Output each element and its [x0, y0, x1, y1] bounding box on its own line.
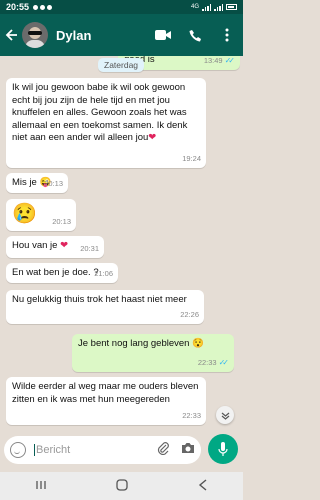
notification-icon [47, 4, 53, 10]
scroll-down-icon[interactable] [216, 406, 234, 424]
back-nav-icon[interactable] [198, 478, 208, 494]
message-text: Nu gelukkig thuis trok het haast niet me… [12, 294, 187, 305]
message-time: 19:24 [182, 153, 201, 163]
message-time: 20:13 [44, 178, 63, 188]
heart-emoji: ❤ [148, 132, 157, 143]
message-bubble-outgoing[interactable]: Je bent nog lang gebleven 😯 22:33 ✓✓ [72, 334, 234, 372]
message-bubble-incoming[interactable]: Hou van je ❤ 20:31 [6, 236, 104, 258]
back-arrow-icon[interactable] [4, 27, 20, 43]
message-text: En wat ben je doe. ? [12, 267, 99, 278]
system-nav-bar [0, 472, 243, 500]
mic-icon[interactable] [208, 434, 238, 464]
attach-icon[interactable] [157, 441, 169, 460]
message-time: 20:13 [52, 216, 71, 226]
message-time: 13:49 [203, 56, 223, 65]
message-composer[interactable]: Bericht [4, 436, 201, 464]
emoji-icon[interactable] [10, 442, 26, 458]
read-ticks-icon: ✓✓ [224, 56, 236, 65]
status-bar: 20:55 4G [0, 0, 243, 14]
notification-icon [33, 4, 39, 10]
video-call-icon[interactable] [155, 27, 171, 43]
message-text: Je bent nog lang gebleven [78, 338, 190, 349]
read-ticks-icon: ✓✓ [218, 357, 230, 367]
signal-icon [202, 3, 211, 11]
crying-emoji: 😢 [12, 203, 37, 225]
battery-icon [226, 4, 237, 10]
notification-icons [33, 4, 53, 10]
message-bubble-incoming[interactable]: Wilde eerder al weg maar me ouders bleve… [6, 377, 206, 425]
message-bubble-incoming[interactable]: Nu gelukkig thuis trok het haast niet me… [6, 290, 204, 324]
message-bubble-incoming[interactable]: Ik wil jou gewoon babe ik wil ook gewoon… [6, 78, 206, 168]
message-time: 22:33 [182, 410, 201, 420]
more-vert-icon[interactable] [219, 27, 235, 43]
network-type-label: 4G [190, 4, 199, 10]
surprised-emoji: 😯 [192, 338, 204, 349]
phone-icon[interactable] [187, 27, 203, 43]
camera-icon[interactable] [181, 441, 195, 459]
avatar[interactable] [22, 22, 48, 48]
message-input[interactable]: Bericht [34, 443, 157, 457]
chat-area[interactable]: goed is 13:49✓✓ Zaterdag Ik wil jou gewo… [0, 56, 243, 430]
chat-header: Dylan [0, 14, 243, 56]
message-time: 22:26 [180, 309, 199, 319]
status-time: 20:55 [6, 2, 30, 12]
recents-nav-icon[interactable] [35, 479, 47, 493]
message-time: 21:06 [94, 268, 113, 278]
message-time: 20:31 [80, 243, 99, 253]
heart-emoji: ❤ [60, 240, 69, 251]
message-bubble-incoming[interactable]: Mis je 😜 20:13 [6, 173, 68, 193]
message-text: Wilde eerder al weg maar me ouders bleve… [12, 381, 199, 405]
message-text: Hou van je [12, 240, 58, 251]
date-chip: Zaterdag [98, 58, 145, 72]
message-text: Ik wil jou gewoon babe ik wil ook gewoon… [12, 82, 188, 143]
message-input-placeholder: Bericht [36, 443, 71, 456]
message-bubble-incoming[interactable]: En wat ben je doe. ? 21:06 [6, 263, 118, 283]
message-time: 22:33 [197, 357, 217, 367]
signal-icon-2 [214, 3, 223, 11]
home-nav-icon[interactable] [116, 478, 129, 494]
notification-icon [40, 4, 46, 10]
system-icons: 4G [190, 3, 237, 11]
message-bubble-incoming[interactable]: 😢 20:13 [6, 199, 76, 231]
contact-name[interactable]: Dylan [56, 28, 155, 43]
message-text: Mis je [12, 177, 37, 188]
